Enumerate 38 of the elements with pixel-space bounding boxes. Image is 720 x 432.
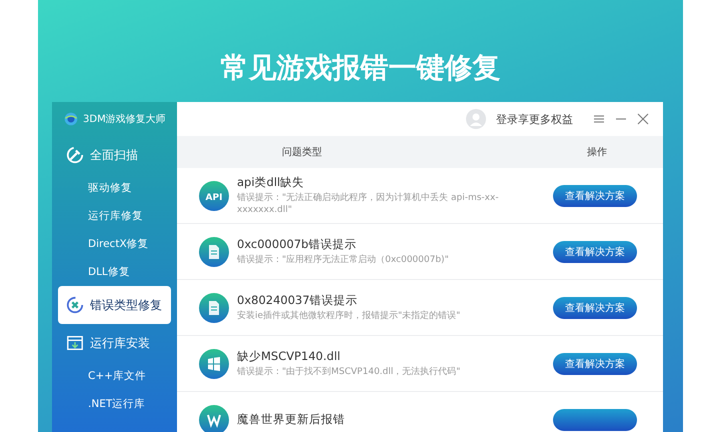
sidebar-item[interactable]: DirectX修复 (52, 230, 177, 258)
sidebar-item[interactable]: DLL修复 (52, 258, 177, 286)
issue-description: 安装ie插件或其他微软程序时，报错提示"未指定的错误" (237, 310, 462, 322)
solution-button[interactable]: 查看解决方案 (553, 352, 637, 374)
issue-title: 魔兽世界更新后报错 (237, 412, 346, 427)
column-header: 操作 (586, 146, 608, 159)
close-icon[interactable] (637, 113, 649, 125)
solution-button[interactable]: 查看解决方案 (553, 296, 637, 318)
document-icon (199, 236, 229, 266)
issue-title: 0x80240037错误提示 (237, 292, 359, 308)
issue-description: 错误提示："由于找不到MSCVP140.dll，无法执行代码" (237, 366, 462, 378)
issue-description: 错误提示："无法正确启动此程序，因为计算机中丢失 api-ms-xx-xxxxxxx.dll" (237, 192, 500, 216)
issue-title: 0xc000007b错误提示 (237, 236, 358, 252)
headline: 常见游戏报错一键修复 (220, 50, 500, 86)
column-header: 问题类型 (281, 146, 323, 159)
sidebar-item[interactable]: C++库文件 (52, 362, 177, 390)
windows-icon (199, 348, 229, 378)
app-title: 3DM游戏修复大师 (83, 112, 166, 126)
sidebar-item[interactable]: .NET运行库 (52, 390, 177, 418)
window-download-icon (66, 334, 84, 352)
login-link[interactable]: 登录享更多权益 (496, 112, 573, 126)
menu-icon[interactable] (593, 113, 605, 125)
sidebar-item[interactable]: 驱动修复 (52, 174, 177, 202)
issue-description: 错误提示："应用程序无法正常启动（0xc000007b)" (237, 254, 450, 266)
sidebar-item[interactable]: 错误类型修复 (58, 286, 171, 324)
api-icon: API (199, 180, 229, 210)
issue-title: 缺少MSCVP140.dll (237, 348, 342, 364)
sidebar-item[interactable]: 运行库安装 (58, 324, 171, 362)
logo-icon (64, 112, 78, 126)
sidebar-item[interactable]: 运行库修复 (52, 202, 177, 230)
solution-button[interactable]: 查看解决方案 (553, 240, 637, 262)
solution-button[interactable]: 查看解决方案 (553, 184, 637, 206)
x-icon (66, 296, 84, 314)
solution-button[interactable] (553, 408, 637, 430)
issue-title: api类dll缺失 (237, 174, 306, 190)
sidebar-item[interactable]: 全面扫描 (58, 136, 171, 174)
document-icon (199, 292, 229, 322)
wrench-icon (66, 146, 84, 164)
